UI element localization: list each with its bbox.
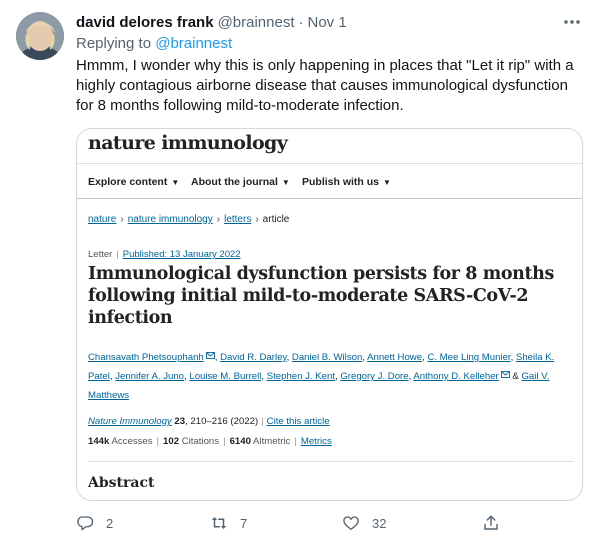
chevron-down-icon: ▼ xyxy=(383,178,391,187)
breadcrumb-item[interactable]: nature immunology xyxy=(128,214,213,225)
accesses-value: 144k xyxy=(88,436,110,447)
nav-publish-with-us[interactable]: Publish with us ▼ xyxy=(302,176,391,188)
author-link[interactable]: Chansavath Phetsouphanh xyxy=(88,352,204,363)
heart-icon xyxy=(343,516,359,531)
share-icon xyxy=(484,515,498,530)
nav-about-label: About the journal xyxy=(191,176,278,188)
author-link[interactable]: C. Mee Ling Munier xyxy=(427,352,510,363)
citation-pages: , 210–216 (2022) xyxy=(185,416,259,427)
author-link[interactable]: Stephen J. Kent xyxy=(267,371,335,382)
abstract-heading: Abstract xyxy=(88,475,155,491)
chevron-right-icon: › xyxy=(120,214,124,225)
chevron-down-icon: ▼ xyxy=(171,178,180,187)
more-icon[interactable] xyxy=(562,12,582,32)
author-link[interactable]: Daniel B. Wilson xyxy=(292,352,362,363)
tweet-timestamp[interactable]: Nov 1 xyxy=(308,14,347,31)
breadcrumb-item[interactable]: letters xyxy=(224,214,251,225)
nav-divider xyxy=(77,198,582,199)
author-link[interactable]: Jennifer A. Juno xyxy=(115,371,184,382)
breadcrumb: nature › nature immunology › letters › article xyxy=(88,214,289,225)
citation-line: Nature Immunology 23, 210–216 (2022) | Cit… xyxy=(88,416,330,427)
nav-explore-label: Explore content xyxy=(88,176,168,188)
citations-value: 102 xyxy=(163,436,180,447)
reply-button[interactable]: 2 xyxy=(76,512,113,534)
accesses-label: Accesses xyxy=(111,436,153,447)
metrics-link[interactable]: Metrics xyxy=(301,436,332,447)
breadcrumb-item[interactable]: nature xyxy=(88,214,116,225)
nav-publish-label: Publish with us xyxy=(302,176,380,188)
retweet-icon xyxy=(211,517,227,529)
cite-this-article-link[interactable]: Cite this article xyxy=(267,416,330,427)
altmetric-label: Altmetric xyxy=(253,436,291,447)
header-separator: · xyxy=(298,13,304,31)
tweet-actions: 2 7 32 xyxy=(76,510,506,536)
chevron-down-icon: ▼ xyxy=(281,178,290,187)
replying-to: Replying to @brainnest xyxy=(76,35,232,52)
avatar-image xyxy=(16,12,64,60)
replying-prefix: Replying to xyxy=(76,35,152,52)
article-meta: Letter | Published: 13 January 2022 xyxy=(88,249,241,260)
published-date[interactable]: Published: 13 January 2022 xyxy=(123,249,241,260)
retweet-button[interactable]: 7 xyxy=(210,512,247,534)
author-list: Chansavath Phetsouphanh, David R. Darley… xyxy=(88,352,555,401)
citation-journal[interactable]: Nature Immunology xyxy=(88,416,172,427)
like-button[interactable]: 32 xyxy=(342,512,386,534)
link-card[interactable]: nature immunology Explore content ▼ About… xyxy=(76,128,583,501)
author-link[interactable]: Gregory J. Dore xyxy=(340,371,408,382)
citation-volume: 23 xyxy=(174,416,186,427)
chevron-right-icon: › xyxy=(216,214,221,225)
citation-divider: | xyxy=(261,416,264,427)
journal-nav: Explore content ▼ About the journal ▼ Publ… xyxy=(77,165,582,197)
user-handle[interactable]: @brainnest xyxy=(218,14,295,31)
article-type: Letter xyxy=(88,249,113,260)
nav-about-journal[interactable]: About the journal ▼ xyxy=(191,176,290,188)
chevron-right-icon: › xyxy=(255,214,259,225)
citations-label: Citations xyxy=(181,436,220,447)
article-title: Immunological dysfunction persists for 8… xyxy=(88,264,554,328)
tweet-header: david delores frank @brainnest · Nov 1 xyxy=(76,12,584,32)
reply-count: 2 xyxy=(106,515,114,531)
nav-explore-content[interactable]: Explore content ▼ xyxy=(88,176,179,188)
author-link[interactable]: Annett Howe xyxy=(367,352,422,363)
meta-divider: | xyxy=(116,249,119,260)
author-link[interactable]: David R. Darley xyxy=(220,352,286,363)
display-name[interactable]: david delores frank xyxy=(76,14,214,31)
article-preview: nature immunology Explore content ▼ About… xyxy=(77,129,582,500)
retweet-count: 7 xyxy=(240,515,248,531)
reply-icon xyxy=(77,516,94,531)
author-link[interactable]: Louise M. Burrell xyxy=(189,371,261,382)
mail-icon xyxy=(205,352,215,359)
like-count: 32 xyxy=(372,515,387,531)
author-link[interactable]: Anthony D. Kelleher xyxy=(413,371,498,382)
abstract-divider xyxy=(88,461,574,462)
mail-icon xyxy=(500,371,510,378)
tweet-text: Hmmm, I wonder why this is only happenin… xyxy=(76,57,574,114)
altmetric-value: 6140 xyxy=(229,436,251,447)
avatar[interactable] xyxy=(16,12,64,60)
logo-divider xyxy=(77,163,582,164)
share-button[interactable] xyxy=(482,512,500,534)
replying-mention[interactable]: @brainnest xyxy=(155,35,232,52)
journal-logo: nature immunology xyxy=(88,132,288,154)
breadcrumb-current: article xyxy=(262,214,290,225)
article-metrics: 144k Accesses | 102 Citations | 6140 Altmetr… xyxy=(88,436,332,447)
